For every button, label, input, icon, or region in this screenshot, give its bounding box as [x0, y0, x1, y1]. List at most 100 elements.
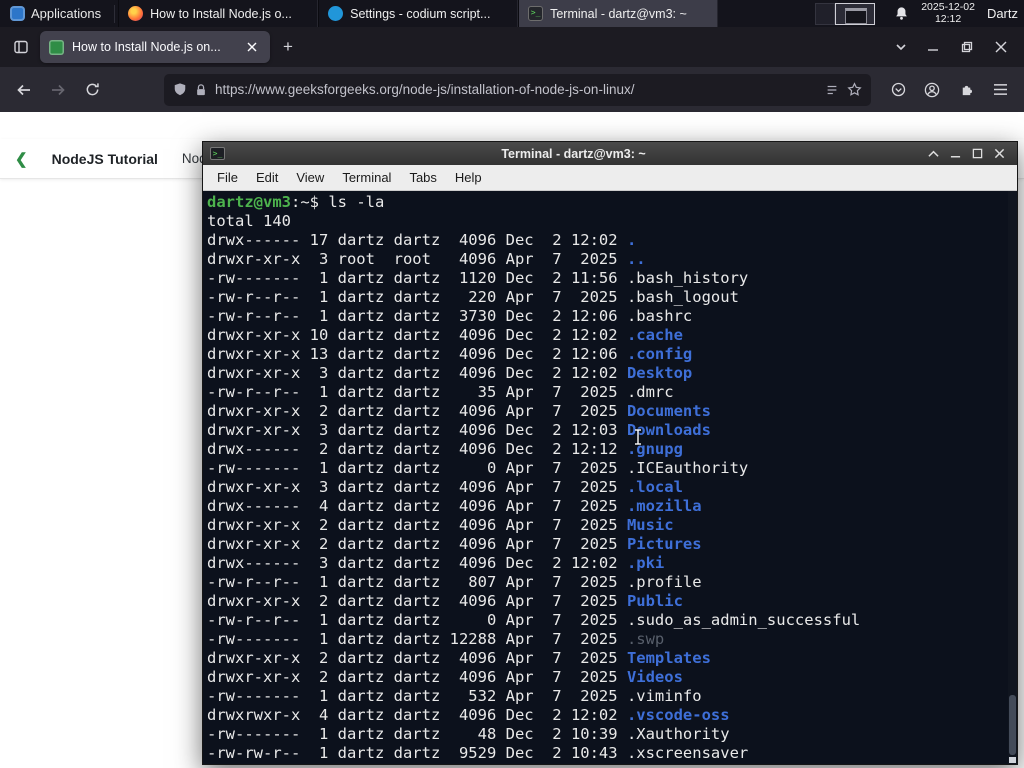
taskbar-window-label: Settings - codium script...	[350, 6, 491, 21]
panel-user-label: Dartz	[986, 6, 1018, 21]
terminal-output-line: drwxr-xr-x 3 dartz dartz 4096 Apr 7 2025…	[207, 478, 1007, 497]
bookmark-star-icon[interactable]	[847, 82, 862, 97]
terminal-close-icon[interactable]	[988, 144, 1010, 164]
terminal-output-line: drwxr-xr-x 10 dartz dartz 4096 Dec 2 12:…	[207, 326, 1007, 345]
terminal-shade-icon[interactable]	[922, 144, 944, 164]
account-icon[interactable]	[915, 74, 949, 106]
listing-columns: drwxr-xr-x 3 dartz dartz 4096 Dec 2 12:0…	[207, 364, 627, 382]
url-bar[interactable]: https://www.geeksforgeeks.org/node-js/in…	[164, 73, 871, 106]
firefox-view-icon[interactable]	[6, 32, 36, 62]
browser-tab-bar: How to Install Node.js on... +	[0, 27, 1024, 67]
panel-clock[interactable]: 2025-12-02 12:12	[921, 1, 975, 25]
taskbar-window-label: How to Install Node.js o...	[150, 6, 292, 21]
back-button-icon[interactable]	[7, 74, 41, 106]
listing-columns: drwxr-xr-x 2 dartz dartz 4096 Apr 7 2025	[207, 516, 627, 534]
browser-window-controls	[916, 32, 1018, 62]
url-text[interactable]: https://www.geeksforgeeks.org/node-js/in…	[215, 82, 817, 97]
terminal-output-line: -rw-rw-r-- 1 dartz dartz 9529 Dec 2 10:4…	[207, 744, 1007, 763]
nav-scroll-left-icon[interactable]: ❮	[15, 150, 28, 168]
browser-tab-active[interactable]: How to Install Node.js on...	[40, 31, 270, 63]
terminal-window: >_ Terminal - dartz@vm3: ~ File Edit View T…	[202, 141, 1018, 765]
clock-time: 12:12	[934, 12, 962, 25]
tab-close-icon[interactable]	[243, 38, 261, 56]
reader-mode-icon[interactable]	[825, 83, 839, 97]
terminal-menu-terminal[interactable]: Terminal	[333, 167, 400, 188]
directory-name: .config	[626, 345, 693, 363]
file-name: .bashrc	[626, 307, 693, 325]
terminal-menu-edit[interactable]: Edit	[247, 167, 287, 188]
terminal-scrollbar[interactable]	[1008, 191, 1017, 764]
workspace-1[interactable]	[815, 2, 836, 25]
terminal-output-line: drwx------ 4 dartz dartz 4096 Apr 7 2025…	[207, 497, 1007, 516]
terminal-output-line: -rw------- 1 dartz dartz 48 Dec 2 10:39 …	[207, 725, 1007, 744]
file-name: .swp	[626, 630, 665, 648]
listing-columns: -rw------- 1 dartz dartz 532 Apr 7 2025	[207, 687, 627, 705]
terminal-menu-help[interactable]: Help	[446, 167, 491, 188]
terminal-minimize-icon[interactable]	[944, 144, 966, 164]
file-name: .bash_logout	[626, 288, 739, 306]
site-nav-current[interactable]: NodeJS Tutorial	[52, 151, 158, 167]
terminal-output-line: drwx------ 17 dartz dartz 4096 Dec 2 12:…	[207, 231, 1007, 250]
terminal-screen[interactable]: dartz@vm3:~$ ls -la total 140 drwx------ …	[203, 191, 1017, 764]
listing-columns: -rw-r--r-- 1 dartz dartz 3730 Dec 2 12:0…	[207, 307, 627, 325]
terminal-output-line: -rw------- 1 dartz dartz 0 Apr 7 2025 .I…	[207, 459, 1007, 478]
listing-columns: drwxr-xr-x 10 dartz dartz 4096 Dec 2 12:…	[207, 326, 627, 344]
clock-date: 2025-12-02	[921, 1, 975, 13]
codium-icon	[328, 6, 344, 21]
listing-columns: drwxr-xr-x 13 dartz dartz 4096 Dec 2 12:…	[207, 345, 627, 363]
extensions-icon[interactable]	[949, 74, 983, 106]
reload-button-icon[interactable]	[75, 74, 109, 106]
pocket-save-icon[interactable]	[881, 74, 915, 106]
terminal-output-line: -rw-r--r-- 1 dartz dartz 220 Apr 7 2025 …	[207, 288, 1007, 307]
listing-columns: drwxr-xr-x 2 dartz dartz 4096 Apr 7 2025	[207, 668, 627, 686]
terminal-menu-file[interactable]: File	[208, 167, 247, 188]
listing-columns: drwx------ 4 dartz dartz 4096 Apr 7 2025	[207, 497, 627, 515]
new-tab-button[interactable]: +	[274, 33, 302, 61]
terminal-window-controls	[922, 144, 1010, 164]
notifications-bell-icon[interactable]	[889, 6, 913, 21]
file-name: .bash_history	[626, 269, 749, 287]
workspace-pager[interactable]	[815, 2, 876, 25]
applications-menu-label: Applications	[31, 6, 102, 21]
directory-name: Templates	[626, 649, 711, 667]
terminal-window-icon: >_	[210, 147, 225, 160]
tab-title: How to Install Node.js on...	[72, 40, 221, 54]
terminal-menu-view[interactable]: View	[287, 167, 333, 188]
listing-columns: drwxr-xr-x 2 dartz dartz 4096 Apr 7 2025	[207, 535, 627, 553]
terminal-menu-tabs[interactable]: Tabs	[400, 167, 445, 188]
terminal-output-line: drwx------ 3 dartz dartz 4096 Dec 2 12:0…	[207, 554, 1007, 573]
file-name: .dmrc	[626, 383, 674, 401]
listing-columns: drwxr-xr-x 2 dartz dartz 4096 Apr 7 2025	[207, 649, 627, 667]
terminal-output-line: drwxrwxr-x 4 dartz dartz 4096 Dec 2 12:0…	[207, 706, 1007, 725]
listing-columns: -rw-r--r-- 1 dartz dartz 807 Apr 7 2025	[207, 573, 627, 591]
workspace-2-active[interactable]	[835, 2, 876, 25]
terminal-output-line: drwxr-xr-x 2 dartz dartz 4096 Apr 7 2025…	[207, 402, 1007, 421]
browser-minimize-icon[interactable]	[916, 32, 950, 62]
terminal-output-line: -rw------- 1 dartz dartz 1120 Dec 2 11:5…	[207, 269, 1007, 288]
firefox-icon	[128, 6, 144, 21]
browser-nav-toolbar: https://www.geeksforgeeks.org/node-js/in…	[0, 67, 1024, 112]
taskbar-window-button[interactable]: How to Install Node.js o...	[118, 0, 319, 27]
terminal-scrollbar-thumb[interactable]	[1009, 695, 1016, 755]
terminal-title-bar[interactable]: >_ Terminal - dartz@vm3: ~	[203, 142, 1017, 165]
terminal-output-line: drwxr-xr-x 3 root root 4096 Apr 7 2025 .…	[207, 250, 1007, 269]
browser-close-icon[interactable]	[984, 32, 1018, 62]
listing-columns: drwxr-xr-x 3 dartz dartz 4096 Apr 7 2025	[207, 478, 627, 496]
tracking-shield-icon[interactable]	[173, 82, 187, 97]
directory-name: Documents	[626, 402, 711, 420]
taskbar-window-button[interactable]: Settings - codium script...	[318, 0, 519, 27]
applications-menu-button[interactable]: Applications	[0, 0, 111, 27]
browser-restore-icon[interactable]	[950, 32, 984, 62]
listing-columns: drwx------ 2 dartz dartz 4096 Dec 2 12:1…	[207, 440, 627, 458]
terminal-maximize-icon[interactable]	[966, 144, 988, 164]
list-all-tabs-icon[interactable]	[886, 32, 916, 62]
taskbar-window-list: How to Install Node.js o... Settings - co…	[118, 0, 719, 27]
connection-lock-icon[interactable]	[195, 83, 207, 97]
terminal-resize-grip[interactable]	[1009, 757, 1016, 763]
file-name: .Xauthority	[626, 725, 730, 743]
menu-hamburger-icon[interactable]	[983, 74, 1017, 106]
taskbar-window-button[interactable]: >_ Terminal - dartz@vm3: ~	[518, 0, 719, 27]
forward-button-icon[interactable]	[41, 74, 75, 106]
terminal-output-line: drwxr-xr-x 2 dartz dartz 4096 Apr 7 2025…	[207, 592, 1007, 611]
tab-favicon-gfg	[49, 39, 64, 55]
